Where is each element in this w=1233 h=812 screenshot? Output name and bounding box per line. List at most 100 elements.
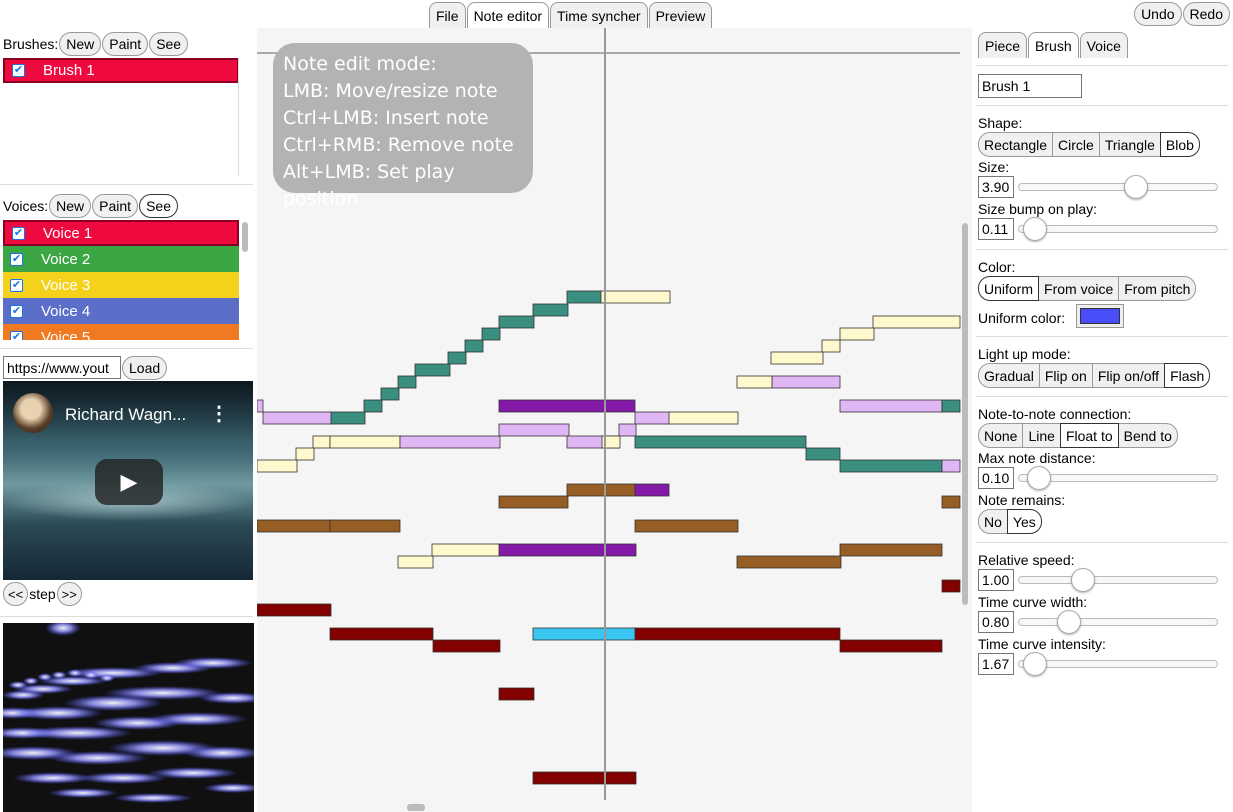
note-block[interactable] — [941, 459, 961, 473]
size-value[interactable]: 3.90 — [978, 176, 1014, 198]
slider-thumb[interactable] — [1056, 610, 1081, 634]
note-block[interactable] — [634, 519, 739, 533]
note-block[interactable] — [498, 495, 569, 509]
note-block[interactable] — [447, 351, 467, 365]
note-block[interactable] — [668, 411, 739, 425]
color-from-voice[interactable]: From voice — [1038, 276, 1120, 301]
url-input[interactable] — [3, 356, 121, 379]
note-block[interactable] — [566, 483, 636, 497]
note-block[interactable] — [839, 399, 943, 413]
note-block[interactable] — [329, 627, 434, 641]
note-block[interactable] — [634, 627, 841, 641]
note-block[interactable] — [257, 399, 264, 413]
brush-name-input[interactable] — [978, 74, 1082, 98]
note-block[interactable] — [805, 447, 841, 461]
voice-checkbox[interactable]: ✔ — [10, 252, 23, 266]
remains-yes[interactable]: Yes — [1006, 509, 1042, 534]
video-title[interactable]: Richard Wagn... — [65, 405, 186, 425]
note-block[interactable] — [397, 375, 417, 389]
note-block[interactable] — [821, 339, 841, 353]
note-block[interactable] — [257, 603, 332, 617]
note-block[interactable] — [498, 399, 636, 413]
voice-see-button[interactable]: See — [139, 194, 178, 218]
note-block[interactable] — [839, 543, 943, 557]
voice-list-scrollbar[interactable] — [242, 222, 248, 252]
uniform-color-swatch[interactable] — [1076, 304, 1124, 328]
note-block[interactable] — [839, 327, 875, 341]
note-block[interactable] — [431, 543, 501, 557]
voice-checkbox[interactable]: ✔ — [10, 278, 23, 292]
video-player[interactable]: Richard Wagn... ⋮ ▶ — [3, 381, 253, 580]
note-block[interactable] — [839, 639, 943, 653]
tab-preview[interactable]: Preview — [648, 2, 713, 28]
voice-checkbox[interactable]: ✔ — [12, 226, 25, 240]
connection-line[interactable]: Line — [1022, 423, 1061, 448]
note-block[interactable] — [941, 495, 961, 509]
note-block[interactable] — [498, 543, 637, 557]
note-block[interactable] — [634, 483, 670, 497]
remains-no[interactable]: No — [978, 509, 1008, 534]
note-block[interactable] — [498, 315, 535, 329]
note-block[interactable] — [532, 771, 637, 785]
voice-item-5[interactable]: ✔ Voice 5 — [3, 324, 239, 340]
note-block[interactable] — [771, 375, 841, 389]
brush-item[interactable]: ✔ Brush 1 — [3, 58, 239, 83]
note-block[interactable] — [262, 411, 332, 425]
note-block[interactable] — [532, 627, 637, 641]
note-block[interactable] — [770, 351, 824, 365]
note-block[interactable] — [941, 399, 961, 413]
brush-paint-button[interactable]: Paint — [102, 32, 149, 56]
note-block[interactable] — [634, 411, 671, 425]
note-block[interactable] — [618, 423, 637, 437]
note-block[interactable] — [414, 363, 451, 377]
note-block[interactable] — [257, 519, 332, 533]
note-block[interactable] — [257, 459, 298, 473]
tab-file[interactable]: File — [429, 2, 466, 28]
color-from-pitch[interactable]: From pitch — [1118, 276, 1197, 301]
brush-new-button[interactable]: New — [59, 32, 102, 56]
note-block[interactable] — [399, 435, 501, 449]
slider-thumb[interactable] — [1023, 217, 1048, 241]
max-distance-slider[interactable] — [1018, 466, 1218, 490]
slider-thumb[interactable] — [1070, 568, 1095, 592]
voice-item-2[interactable]: ✔ Voice 2 — [3, 246, 239, 272]
note-block[interactable] — [397, 555, 434, 569]
note-editor-canvas[interactable]: Note edit mode: LMB: Move/resize note Ct… — [257, 28, 972, 812]
connection-bend-to[interactable]: Bend to — [1117, 423, 1178, 448]
note-block[interactable] — [295, 447, 315, 461]
shape-triangle[interactable]: Triangle — [1098, 132, 1161, 157]
note-block[interactable] — [498, 687, 535, 701]
size-bump-value[interactable]: 0.11 — [978, 218, 1014, 240]
note-block[interactable] — [329, 519, 401, 533]
redo-button[interactable]: Redo — [1182, 2, 1230, 26]
note-block[interactable] — [634, 435, 807, 449]
light-gradual[interactable]: Gradual — [978, 363, 1040, 388]
note-block[interactable] — [481, 327, 501, 341]
preview-canvas[interactable] — [3, 623, 254, 812]
load-button[interactable]: Load — [122, 356, 168, 380]
note-block[interactable] — [380, 387, 400, 401]
voice-paint-button[interactable]: Paint — [92, 194, 139, 218]
brush-checkbox[interactable]: ✔ — [12, 64, 25, 77]
brush-see-button[interactable]: See — [149, 32, 189, 56]
tab-voice[interactable]: Voice — [1079, 32, 1128, 58]
curve-intensity-value[interactable]: 1.67 — [978, 653, 1014, 675]
note-block[interactable] — [566, 290, 603, 304]
tab-time-syncher[interactable]: Time syncher — [550, 2, 648, 28]
note-block[interactable] — [363, 399, 383, 413]
note-block[interactable] — [839, 459, 943, 473]
light-flip-on[interactable]: Flip on — [1038, 363, 1093, 388]
light-flip-on-off[interactable]: Flip on/off — [1091, 363, 1166, 388]
max-distance-value[interactable]: 0.10 — [978, 467, 1014, 489]
slider-thumb[interactable] — [1023, 652, 1048, 676]
tab-brush[interactable]: Brush — [1028, 32, 1079, 58]
play-button[interactable]: ▶ — [95, 459, 163, 505]
voice-new-button[interactable]: New — [49, 194, 92, 218]
more-options-icon[interactable]: ⋮ — [209, 401, 229, 426]
size-slider[interactable] — [1018, 175, 1218, 199]
tab-piece[interactable]: Piece — [978, 32, 1028, 58]
relative-speed-slider[interactable] — [1018, 568, 1218, 592]
note-block[interactable] — [329, 435, 401, 449]
note-block[interactable] — [532, 303, 569, 317]
note-block[interactable] — [872, 315, 961, 329]
